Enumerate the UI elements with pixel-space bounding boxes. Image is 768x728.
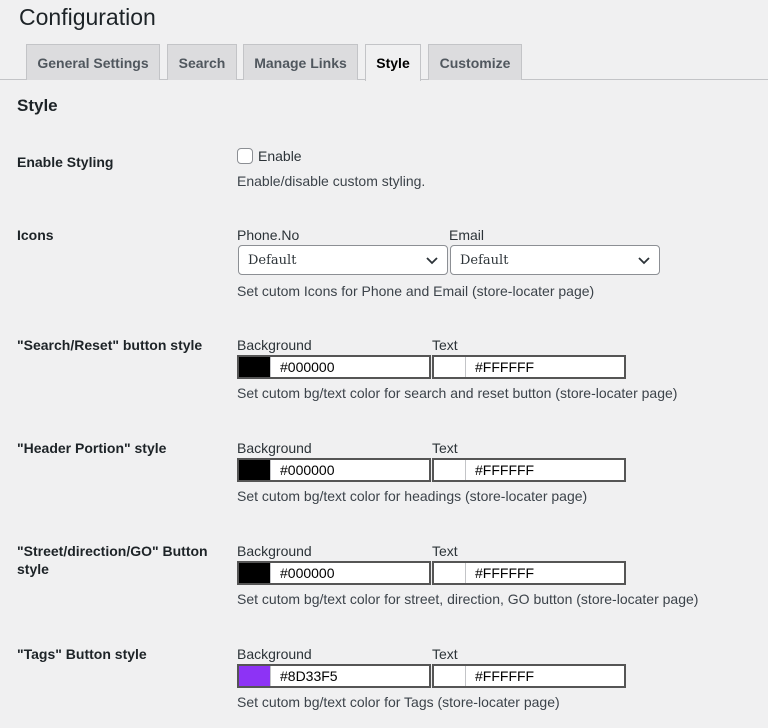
color-hex-value[interactable]: #FFFFFF (466, 563, 624, 583)
tab-bar: General Settings Search Manage Links Sty… (0, 44, 768, 81)
search-reset-text-color-input[interactable]: #FFFFFF (432, 355, 626, 379)
enable-styling-description: Enable/disable custom styling. (237, 173, 426, 189)
color-swatch[interactable] (434, 666, 466, 686)
color-hex-value[interactable]: #8D33F5 (271, 666, 429, 686)
header-portion-description: Set cutom bg/text color for headings (st… (237, 488, 588, 504)
color-hex-value[interactable]: #000000 (271, 563, 429, 583)
search-reset-bg-label: Background (237, 337, 312, 353)
street-direction-go-style-label: "Street/direction/GO" Button style (17, 543, 208, 577)
search-reset-bg-color-input[interactable]: #000000 (237, 355, 431, 379)
tab-search[interactable]: Search (167, 44, 237, 80)
tags-style-label: "Tags" Button style (17, 646, 147, 662)
color-swatch[interactable] (434, 460, 466, 480)
tags-text-label: Text (432, 646, 458, 662)
section-title: Style (17, 96, 58, 115)
enable-styling-checkbox-control[interactable]: Enable (237, 148, 302, 164)
header-portion-bg-color-input[interactable]: #000000 (237, 458, 431, 482)
color-hex-value[interactable]: #FFFFFF (466, 357, 624, 377)
phone-icon-select-value: Default (248, 252, 297, 268)
search-reset-text-label: Text (432, 337, 458, 353)
enable-styling-checkbox[interactable] (237, 148, 253, 164)
color-hex-value[interactable]: #000000 (271, 357, 429, 377)
chevron-down-icon (426, 257, 438, 265)
street-direction-go-text-color-input[interactable]: #FFFFFF (432, 561, 626, 585)
email-icon-select-value: Default (460, 252, 509, 268)
color-swatch[interactable] (239, 357, 271, 377)
tags-description: Set cutom bg/text color for Tags (store-… (237, 694, 560, 710)
street-direction-go-bg-label: Background (237, 543, 312, 559)
header-portion-text-label: Text (432, 440, 458, 456)
email-icon-label: Email (449, 227, 485, 243)
header-portion-bg-label: Background (237, 440, 312, 456)
enable-styling-label: Enable Styling (17, 154, 114, 170)
street-direction-go-bg-color-input[interactable]: #000000 (237, 561, 431, 585)
icons-description: Set cutom Icons for Phone and Email (sto… (237, 283, 595, 299)
tags-bg-color-input[interactable]: #8D33F5 (237, 664, 431, 688)
tab-customize[interactable]: Customize (428, 44, 522, 80)
header-portion-style-label: "Header Portion" style (17, 440, 167, 456)
search-reset-style-label: "Search/Reset" button style (17, 337, 203, 353)
chevron-down-icon (638, 257, 650, 265)
color-swatch[interactable] (239, 460, 271, 480)
tags-bg-label: Background (237, 646, 312, 662)
color-swatch[interactable] (239, 666, 271, 686)
tab-manage-links[interactable]: Manage Links (243, 44, 358, 80)
search-reset-description: Set cutom bg/text color for search and r… (237, 385, 678, 401)
color-hex-value[interactable]: #FFFFFF (466, 666, 624, 686)
enable-checkbox-label: Enable (258, 148, 302, 164)
page-title: Configuration (19, 4, 156, 30)
tab-style[interactable]: Style (365, 44, 421, 81)
header-portion-text-color-input[interactable]: #FFFFFF (432, 458, 626, 482)
tags-text-color-input[interactable]: #FFFFFF (432, 664, 626, 688)
color-swatch[interactable] (434, 563, 466, 583)
color-hex-value[interactable]: #000000 (271, 460, 429, 480)
color-swatch[interactable] (239, 563, 271, 583)
tab-general-settings[interactable]: General Settings (26, 44, 160, 80)
street-direction-go-text-label: Text (432, 543, 458, 559)
color-swatch[interactable] (434, 357, 466, 377)
email-icon-select[interactable]: Default (450, 245, 660, 275)
phone-icon-select[interactable]: Default (238, 245, 448, 275)
street-direction-go-description: Set cutom bg/text color for street, dire… (237, 591, 699, 607)
phone-icon-label: Phone.No (237, 227, 300, 243)
color-hex-value[interactable]: #FFFFFF (466, 460, 624, 480)
icons-label: Icons (17, 227, 54, 243)
